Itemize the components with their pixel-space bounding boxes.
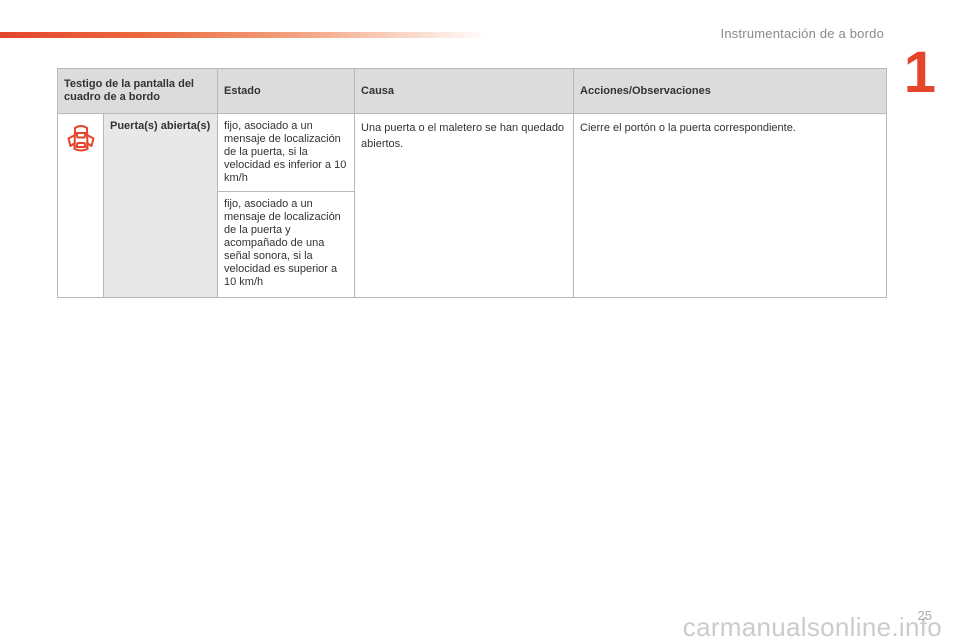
indicator-icon-cell — [57, 113, 104, 298]
watermark: carmanualsonline.info — [682, 612, 942, 640]
header-accent-stripe — [0, 32, 490, 38]
indicator-name: Puerta(s) abierta(s) — [102, 113, 219, 298]
column-header-state: Estado — [217, 68, 356, 114]
column-header-indicator: Testigo de la pantalla del cuadro de a b… — [56, 68, 219, 114]
indicator-table: Testigo de la pantalla del cuadro de a b… — [56, 68, 888, 298]
table-header-row: Testigo de la pantalla del cuadro de a b… — [56, 68, 888, 114]
state-cell-low-speed: fijo, asociado a un mensaje de localizac… — [217, 113, 356, 192]
column-header-actions: Acciones/Observaciones — [573, 68, 888, 114]
column-header-cause: Causa — [354, 68, 575, 114]
manual-page: Instrumentación de a bordo 1 Testigo de … — [0, 0, 960, 640]
action-cell: Cierre el portón o la puerta correspondi… — [573, 113, 888, 298]
chapter-number: 1 — [903, 40, 936, 105]
cause-cell: Una puerta o el maletero se han quedado … — [354, 113, 575, 298]
table-row: Puerta(s) abierta(s) fijo, asociado a un… — [57, 113, 888, 298]
chapter-title: Instrumentación de a bordo — [720, 26, 884, 41]
car-door-open-icon — [66, 125, 96, 159]
state-cell-high-speed: fijo, asociado a un mensaje de localizac… — [217, 191, 356, 298]
